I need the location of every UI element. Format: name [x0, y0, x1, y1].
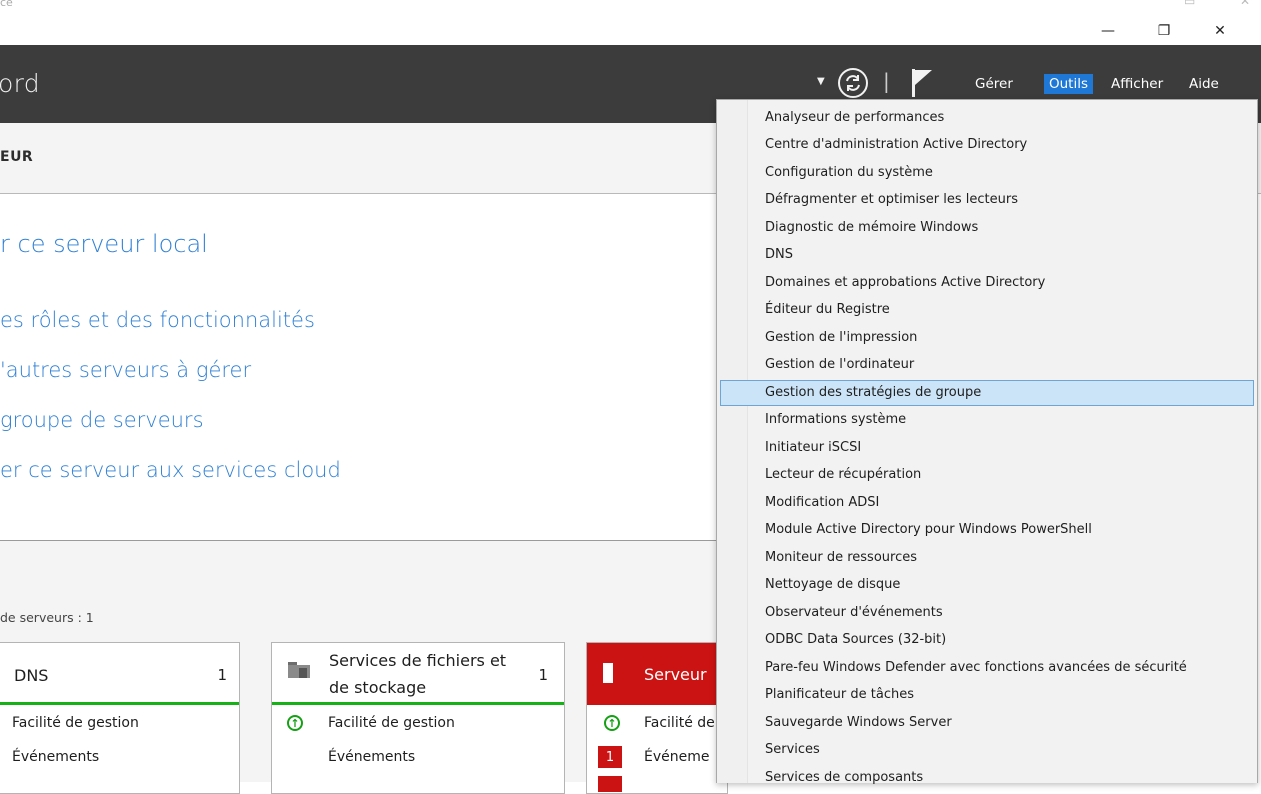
menu-item-memory-diagnostic[interactable]: Diagnostic de mémoire Windows — [720, 215, 1254, 241]
title-bar: — ❐ ✕ — [0, 16, 1261, 45]
menu-item-system-information[interactable]: Informations système — [720, 407, 1254, 433]
menu-item-odbc-32[interactable]: ODBC Data Sources (32-bit) — [720, 627, 1254, 653]
menu-item-event-viewer[interactable]: Observateur d'événements — [720, 600, 1254, 626]
menu-item-iscsi-initiator[interactable]: Initiateur iSCSI — [720, 435, 1254, 461]
menu-item-defragment[interactable]: Défragmenter et optimiser les lecteurs — [720, 187, 1254, 213]
tile-title: DNS — [14, 666, 49, 685]
menu-item-computer-management[interactable]: Gestion de l'ordinateur — [720, 352, 1254, 378]
role-tile-dns[interactable]: DNS 1 Facilité de gestion Événements — [0, 642, 240, 794]
tile-count: 1 — [217, 666, 227, 684]
background-window-title: ce — [0, 0, 13, 9]
menu-view[interactable]: Afficher — [1106, 74, 1168, 94]
tile-count: 1 — [538, 666, 548, 684]
close-icon: ✕ — [1214, 22, 1226, 39]
background-window-strip: ce ▭ ✕ — [0, 0, 1261, 16]
menu-item-adsi-edit[interactable]: Modification ADSI — [720, 490, 1254, 516]
role-tile-server[interactable]: Serveur ↑ Facilité de 1 Événeme — [586, 642, 728, 794]
menu-manage[interactable]: Gérer — [970, 74, 1018, 94]
server-icon — [603, 663, 613, 683]
menu-item-recovery-drive[interactable]: Lecteur de récupération — [720, 462, 1254, 488]
connect-cloud-link[interactable]: er ce serveur aux services cloud — [0, 458, 341, 482]
menu-item-windows-server-backup[interactable]: Sauvegarde Windows Server — [720, 710, 1254, 736]
background-restore-icon: ▭ — [1184, 0, 1196, 8]
menu-tools[interactable]: Outils — [1044, 74, 1094, 94]
menu-item-task-scheduler[interactable]: Planificateur de tâches — [720, 682, 1254, 708]
menu-item-performance-monitor[interactable]: Analyseur de performances — [720, 105, 1254, 131]
menu-item-services[interactable]: Services — [720, 737, 1254, 763]
menu-item-component-services[interactable]: Services de composants — [720, 765, 1254, 791]
ok-status-icon: ↑ — [604, 715, 620, 731]
tile-header[interactable]: Services de fichiers et de stockage 1 — [272, 643, 564, 705]
menu-item-system-configuration[interactable]: Configuration du système — [720, 160, 1254, 186]
events-row[interactable]: Événeme — [644, 749, 709, 765]
create-server-group-link[interactable]: groupe de serveurs — [0, 408, 204, 432]
menu-item-registry-editor[interactable]: Éditeur du Registre — [720, 297, 1254, 323]
menu-help[interactable]: Aide — [1184, 74, 1224, 94]
background-close-icon: ✕ — [1240, 0, 1251, 8]
tile-header[interactable]: DNS 1 — [0, 643, 239, 705]
page-title: ord — [0, 69, 40, 98]
menu-item-ad-domains-trusts[interactable]: Domaines et approbations Active Director… — [720, 270, 1254, 296]
status-bar — [0, 702, 239, 705]
section-label: EUR — [0, 149, 34, 165]
menu-item-print-management[interactable]: Gestion de l'impression — [720, 325, 1254, 351]
add-servers-link[interactable]: 'autres serveurs à gérer — [0, 358, 251, 382]
menu-item-ad-admin-center[interactable]: Centre d'administration Active Directory — [720, 132, 1254, 158]
minimize-icon: — — [1101, 22, 1115, 39]
folder-icon — [288, 660, 310, 682]
dropdown-arrow-icon[interactable]: ▼ — [817, 76, 825, 87]
alert-badge — [598, 776, 622, 792]
restore-icon: ❐ — [1157, 22, 1171, 39]
tile-title: Serveur — [644, 665, 707, 684]
ok-status-icon: ↑ — [287, 715, 303, 731]
manageability-row[interactable]: Facilité de — [644, 715, 715, 731]
server-group-count: de serveurs : 1 — [0, 610, 94, 625]
separator: | — [883, 69, 890, 93]
minimize-button[interactable]: — — [1085, 16, 1131, 45]
flag-icon[interactable] — [910, 67, 934, 103]
menu-item-disk-cleanup[interactable]: Nettoyage de disque — [720, 572, 1254, 598]
menu-item-resource-monitor[interactable]: Moniteur de ressources — [720, 545, 1254, 571]
configure-local-server-link[interactable]: r ce serveur local — [0, 230, 208, 258]
menu-item-dns[interactable]: DNS — [720, 242, 1254, 268]
events-row[interactable]: Événements — [328, 749, 415, 765]
add-roles-link[interactable]: es rôles et des fonctionnalités — [0, 308, 315, 332]
menu-item-firewall[interactable]: Pare-feu Windows Defender avec fonctions… — [720, 655, 1254, 681]
tile-title-line1: Services de fichiers et — [329, 651, 507, 670]
menu-item-ad-powershell[interactable]: Module Active Directory pour Windows Pow… — [720, 517, 1254, 543]
role-tile-file-storage[interactable]: Services de fichiers et de stockage 1 ↑ … — [271, 642, 565, 794]
close-button[interactable]: ✕ — [1197, 16, 1243, 45]
events-row[interactable]: Événements — [12, 749, 99, 765]
restore-button[interactable]: ❐ — [1141, 16, 1187, 45]
status-bar — [272, 702, 564, 705]
tools-dropdown-menu: Analyseur de performances Centre d'admin… — [716, 99, 1258, 785]
tile-title-line2: de stockage — [329, 678, 427, 697]
event-count-badge: 1 — [598, 746, 622, 768]
manageability-row[interactable]: Facilité de gestion — [328, 715, 455, 731]
menu-item-group-policy-management[interactable]: Gestion des stratégies de groupe — [720, 380, 1254, 406]
manageability-row[interactable]: Facilité de gestion — [12, 715, 139, 731]
server-groups-section: de serveurs : 1 DNS 1 Facilité de gestio… — [0, 541, 728, 794]
tile-header[interactable]: Serveur — [587, 643, 727, 705]
welcome-panel: r ce serveur local es rôles et des fonct… — [0, 194, 716, 541]
